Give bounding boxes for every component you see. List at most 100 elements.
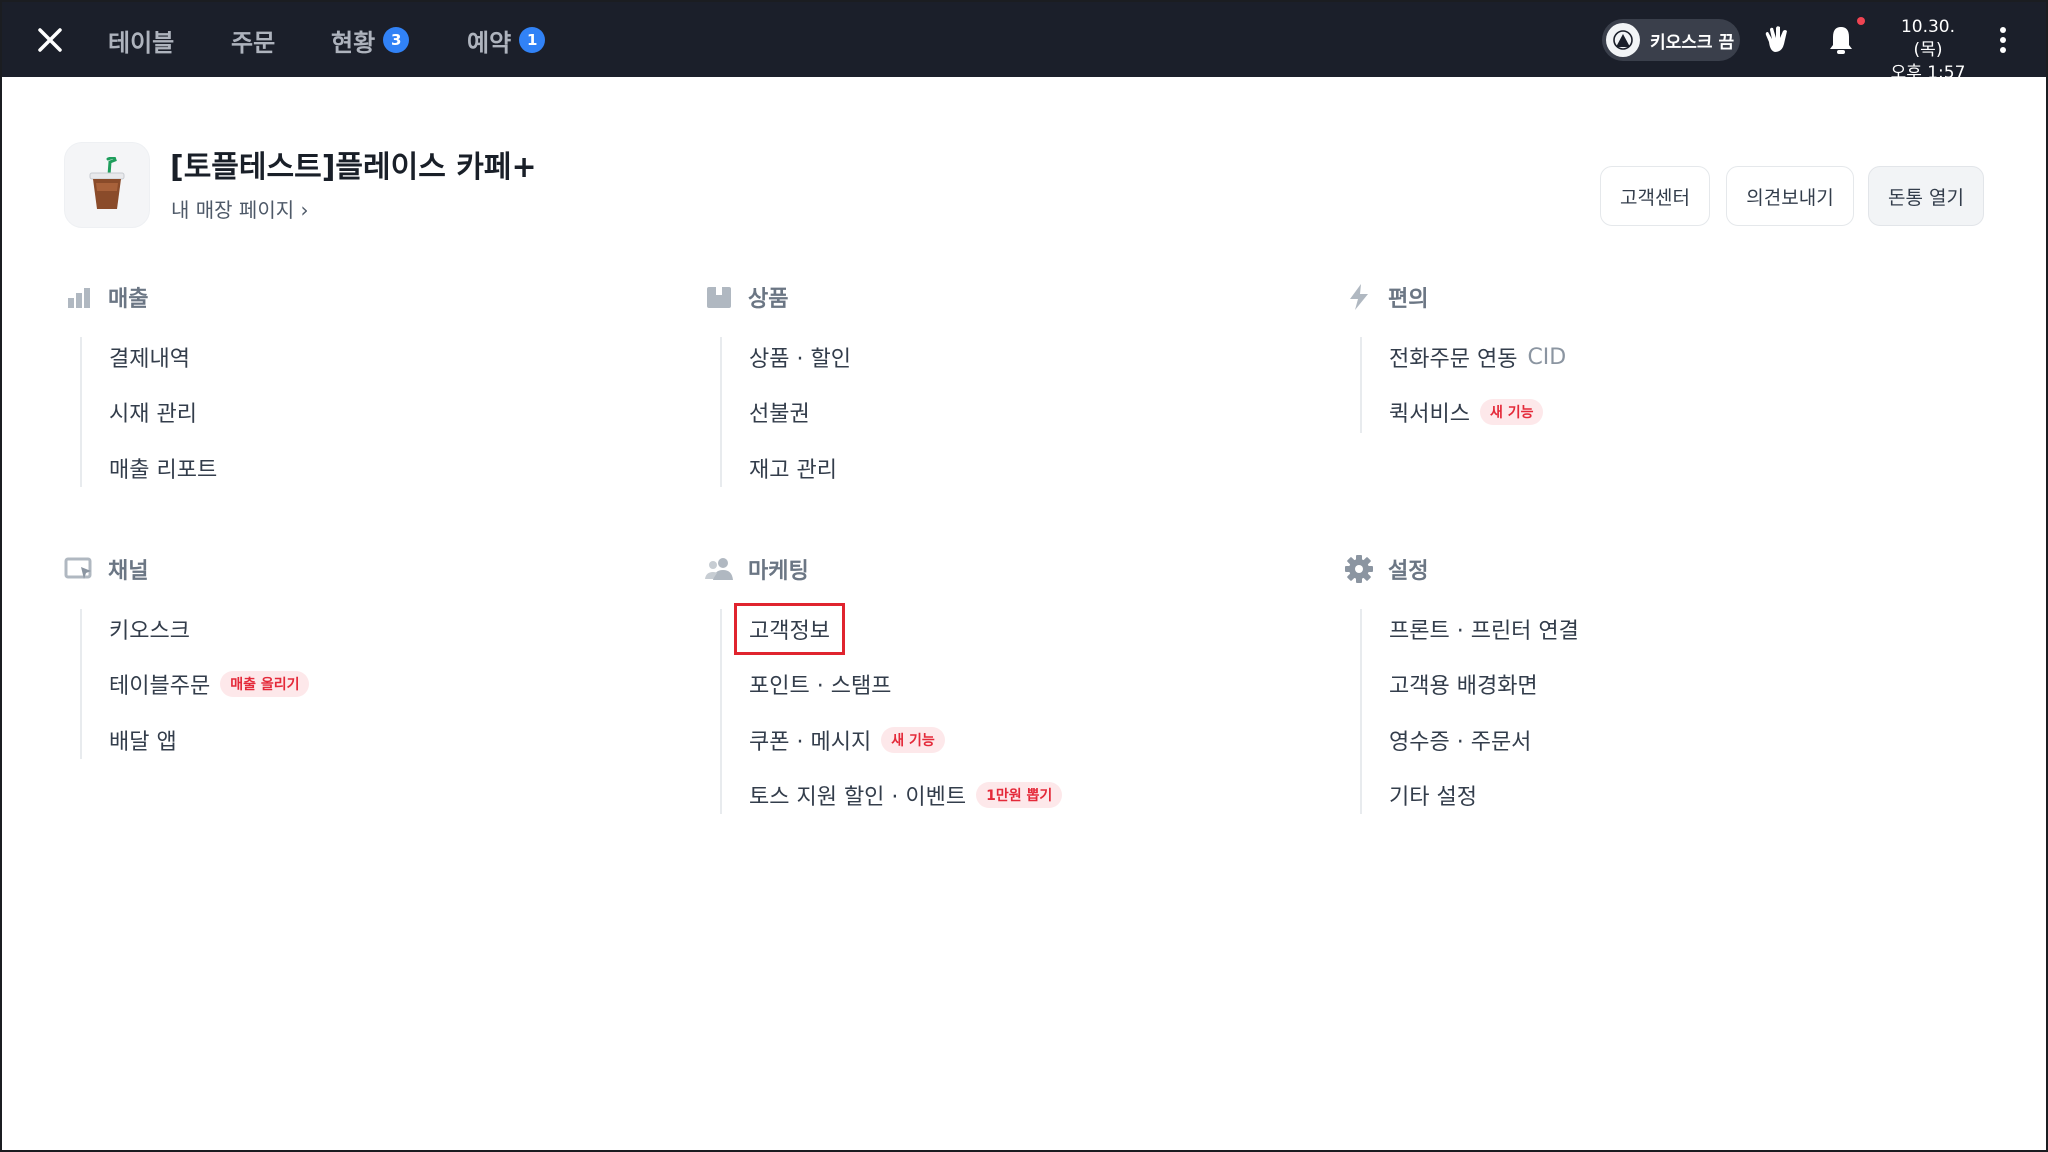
time-text: 오후 1:57 [1890, 63, 1966, 83]
menu-item-inventory[interactable]: 재고 관리 [749, 448, 837, 488]
tab-status[interactable]: 현황 3 [331, 22, 410, 58]
section-sales: 매출 결제내역 시재 관리 매출 리포트 [64, 281, 684, 501]
top-bar: 테이블 주문 현황 3 예약 1 키오스크 끔 10.30. (목) 오후 1:… [2, 2, 2046, 83]
new-feature-tag: 새 기능 [881, 727, 945, 753]
menu-item-quick-service[interactable]: 퀵서비스 새 기능 [1389, 392, 1544, 432]
menu-item-coupons-messages[interactable]: 쿠폰 · 메시지 새 기능 [749, 720, 945, 760]
status-badge: 3 [383, 27, 410, 53]
menu-item-phone-order-link[interactable]: 전화주문 연동 CID [1389, 337, 1566, 377]
section-convenience: 편의 전화주문 연동 CID 퀵서비스 새 기능 [1344, 281, 1964, 461]
section-products: 상품 상품 · 할인 선불권 재고 관리 [704, 281, 1324, 501]
item-label: 결제내역 [109, 347, 190, 372]
item-label: 포인트 · 스탬프 [749, 674, 892, 699]
menu-item-customer-wallpaper[interactable]: 고객용 배경화면 [1389, 664, 1538, 704]
item-label: 퀵서비스 [1389, 402, 1470, 427]
section-divider [720, 609, 722, 814]
store-name: [토플테스트]플레이스 카페+ [170, 150, 537, 185]
section-title: 상품 [748, 287, 789, 312]
my-store-page-link[interactable]: 내 매장 페이지 › [171, 194, 308, 223]
bell-icon[interactable] [1821, 20, 1861, 60]
section-divider [1360, 337, 1362, 433]
section-header: 편의 [1344, 281, 1428, 313]
section-divider [80, 337, 82, 487]
bar-chart-icon [64, 282, 94, 312]
customer-center-button[interactable]: 고객센터 [1600, 166, 1710, 226]
item-label: 고객정보 [749, 619, 830, 644]
section-divider [1360, 609, 1362, 814]
box-icon [704, 282, 734, 312]
item-label: 키오스크 [109, 619, 190, 644]
section-header: 마케팅 [704, 553, 809, 585]
tab-label: 현황 [331, 28, 376, 57]
menu-item-payment-history[interactable]: 결제내역 [109, 337, 190, 377]
notification-dot [1857, 17, 1865, 25]
menu-item-front-printer[interactable]: 프론트 · 프린터 연결 [1389, 609, 1579, 649]
menu-item-cash-management[interactable]: 시재 관리 [109, 392, 197, 432]
iced-coffee-icon [89, 157, 125, 209]
section-title: 설정 [1388, 559, 1429, 584]
item-label: 시재 관리 [109, 402, 197, 427]
menu-item-sales-report[interactable]: 매출 리포트 [109, 448, 217, 488]
menu-item-products-discounts[interactable]: 상품 · 할인 [749, 337, 851, 377]
hand-wave-icon[interactable] [1757, 20, 1797, 60]
section-marketing: 마케팅 고객정보 포인트 · 스탬프 쿠폰 · 메시지 새 기능 토스 지원 할… [704, 553, 1324, 823]
tab-label: 테이블 [108, 28, 175, 57]
section-title: 마케팅 [748, 559, 809, 584]
menu-item-other-settings[interactable]: 기타 설정 [1389, 775, 1477, 815]
section-settings: 설정 프론트 · 프린터 연결 고객용 배경화면 영수증 · 주문서 기타 설정 [1344, 553, 1964, 823]
menu-item-table-order[interactable]: 테이블주문 매출 올리기 [109, 664, 310, 704]
store-logo [64, 142, 150, 228]
menu-item-delivery-app[interactable]: 배달 앱 [109, 720, 177, 760]
section-title: 매출 [108, 287, 149, 312]
clock: 10.30. (목) 오후 1:57 [1884, 16, 1972, 85]
kiosk-icon [1606, 23, 1640, 57]
item-label: 매출 리포트 [109, 458, 218, 483]
cid-label: CID [1527, 344, 1567, 370]
kiosk-toggle[interactable]: 키오스크 끔 [1602, 19, 1740, 61]
gear-icon [1344, 554, 1374, 584]
kiosk-toggle-label: 키오스크 끔 [1650, 32, 1735, 53]
section-header: 채널 [64, 553, 148, 585]
more-vertical-icon[interactable] [1988, 20, 2018, 60]
tab-table[interactable]: 테이블 [108, 22, 174, 58]
item-label: 재고 관리 [749, 458, 837, 483]
item-label: 프론트 · 프린터 연결 [1389, 619, 1579, 644]
section-divider [720, 337, 722, 487]
section-header: 설정 [1344, 553, 1428, 585]
item-label: 테이블주문 [109, 674, 211, 699]
menu-item-customer-info[interactable]: 고객정보 [734, 603, 845, 655]
item-label: 고객용 배경화면 [1389, 674, 1538, 699]
item-label: 토스 지원 할인 · 이벤트 [749, 785, 967, 810]
menu-item-toss-discount-events[interactable]: 토스 지원 할인 · 이벤트 1만원 뽑기 [749, 775, 1063, 815]
section-channel: 채널 키오스크 테이블주문 매출 올리기 배달 앱 [64, 553, 684, 773]
section-title: 채널 [108, 559, 149, 584]
menu-item-receipt-order-slip[interactable]: 영수증 · 주문서 [1389, 720, 1531, 760]
item-label: 쿠폰 · 메시지 [749, 730, 872, 755]
menu-item-prepaid-voucher[interactable]: 선불권 [749, 392, 810, 432]
new-feature-tag: 새 기능 [1479, 399, 1544, 425]
menu-item-points-stamps[interactable]: 포인트 · 스탬프 [749, 664, 891, 704]
item-label: 상품 · 할인 [749, 347, 851, 372]
lottery-tag: 1만원 뽑기 [976, 782, 1063, 808]
tab-reservations[interactable]: 예약 1 [467, 22, 546, 58]
tab-label: 예약 [467, 28, 512, 57]
menu-item-kiosk[interactable]: 키오스크 [109, 609, 190, 649]
date-text: 10.30. (목) [1900, 17, 1956, 60]
section-divider [80, 609, 82, 759]
close-icon[interactable] [32, 22, 68, 58]
monitor-touch-icon [64, 554, 94, 584]
open-cash-drawer-button[interactable]: 돈통 열기 [1868, 166, 1984, 226]
reservation-badge: 1 [519, 27, 546, 53]
tab-orders[interactable]: 주문 [231, 22, 275, 58]
section-title: 편의 [1388, 287, 1429, 312]
section-header: 매출 [64, 281, 148, 313]
item-label: 배달 앱 [109, 730, 177, 755]
section-header: 상품 [704, 281, 788, 313]
item-label: 전화주문 연동 [1389, 347, 1518, 372]
boost-sales-tag: 매출 올리기 [220, 671, 310, 697]
item-label: 선불권 [749, 402, 810, 427]
item-label: 기타 설정 [1389, 785, 1477, 810]
feedback-button[interactable]: 의견보내기 [1726, 166, 1854, 226]
people-icon [704, 554, 734, 584]
lightning-icon [1344, 282, 1374, 312]
